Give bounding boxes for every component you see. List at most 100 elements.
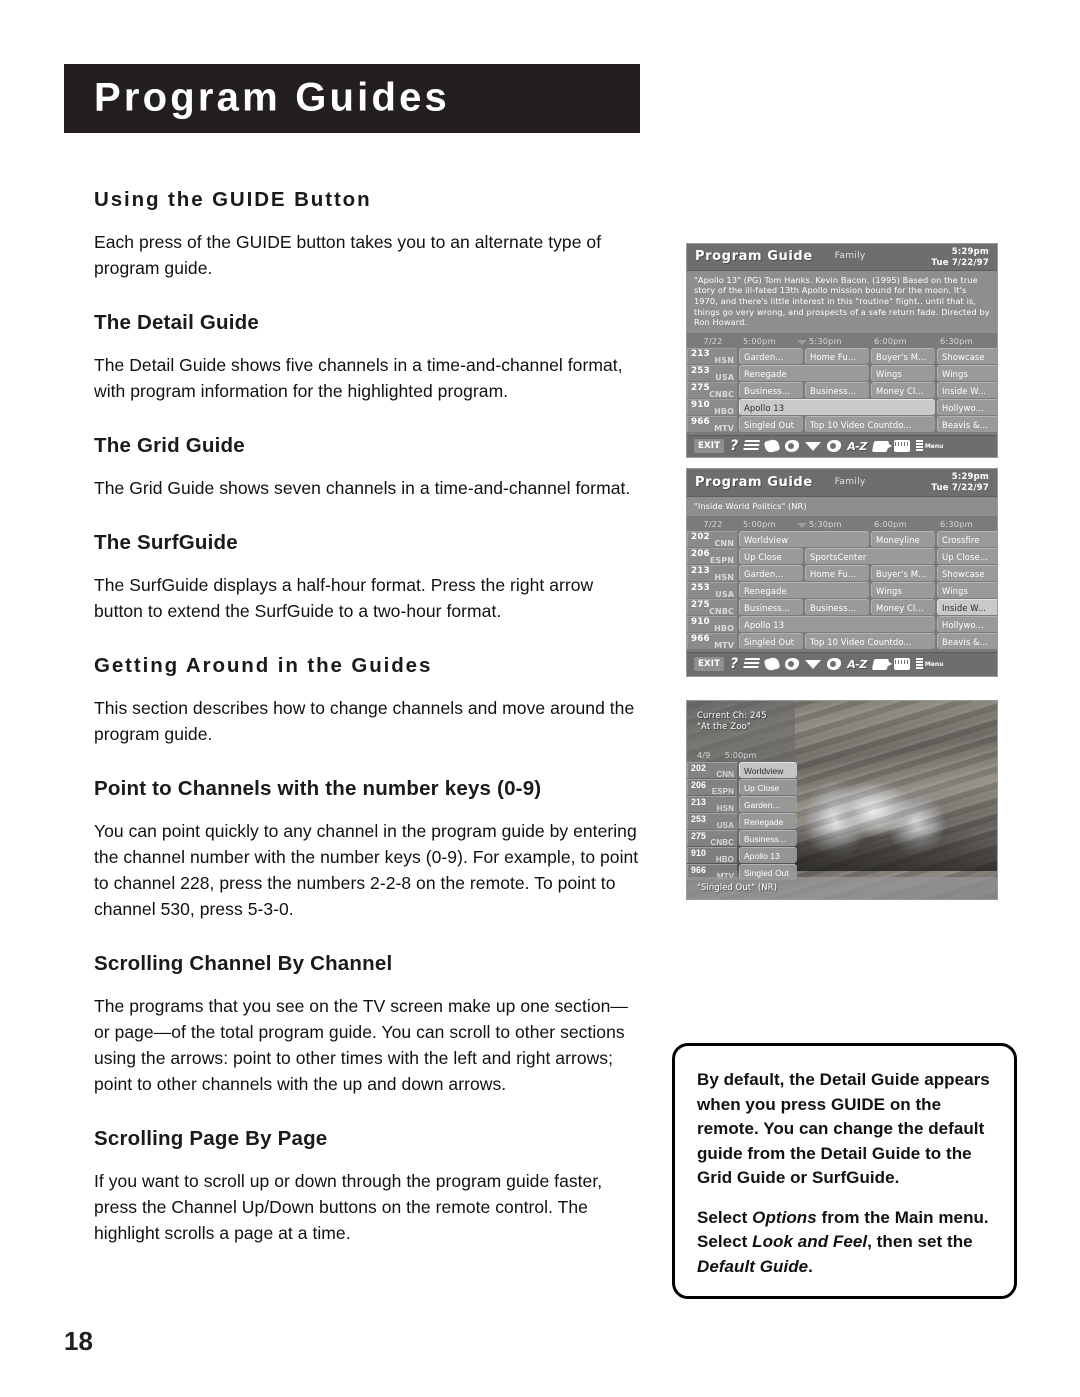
guide-row[interactable]: 275 CNBC Business... Business... Money Cl...… <box>687 598 997 616</box>
channel-cell[interactable]: 910 HBO <box>687 847 737 864</box>
guide-icon[interactable] <box>893 440 910 453</box>
program-cell[interactable]: Renegade <box>739 364 869 381</box>
program-cell[interactable]: Apollo 13 <box>739 847 797 863</box>
camera-icon[interactable] <box>871 658 889 670</box>
list-icon[interactable] <box>743 440 761 453</box>
guide-row[interactable]: 202 CNN Worldview Moneyline Crossfire <box>687 530 997 548</box>
surfguide-row[interactable]: 910 HBO Apollo 13 <box>687 847 797 864</box>
program-cell[interactable]: Wings <box>937 581 997 598</box>
guide-row[interactable]: 966 MTV Singled Out Top 10 Video Countdo...… <box>687 415 997 433</box>
program-cell[interactable]: Up Close <box>739 547 803 564</box>
program-cell[interactable]: Garden... <box>739 347 803 364</box>
camera-icon[interactable] <box>871 440 889 452</box>
guide-icon[interactable] <box>893 658 910 671</box>
program-cell[interactable]: Renegade <box>739 813 797 829</box>
channel-cell[interactable]: 213 HSN <box>687 564 737 582</box>
channel-cell[interactable]: 253 USA <box>687 581 737 599</box>
menu-icon[interactable]: Menu <box>915 658 943 671</box>
help-icon[interactable]: ? <box>730 657 738 671</box>
program-cell[interactable]: Hollywo... <box>937 398 997 415</box>
channel-cell[interactable]: 202 CNN <box>687 762 737 779</box>
program-cell[interactable]: Worldview <box>739 762 797 778</box>
program-cell[interactable]: Money Cl... <box>871 598 935 615</box>
palette-icon[interactable] <box>785 440 800 453</box>
program-cell[interactable]: Apollo 13 <box>739 615 935 632</box>
palette-icon[interactable] <box>785 658 800 671</box>
program-cell[interactable]: Business... <box>739 598 803 615</box>
program-cell[interactable]: Top 10 Video Countdo... <box>805 415 935 432</box>
program-cell[interactable]: Up Close <box>739 779 797 795</box>
clock-icon[interactable] <box>827 440 842 453</box>
program-cell[interactable]: Home Fu... <box>805 564 869 581</box>
channel-cell[interactable]: 275 CNBC <box>687 381 737 399</box>
program-cell[interactable]: Apollo 13 <box>739 398 935 415</box>
exit-button[interactable]: EXIT <box>694 439 725 454</box>
program-cell[interactable]: Worldview <box>739 530 869 547</box>
program-cell[interactable]: Moneyline <box>871 530 935 547</box>
program-cell[interactable]: Showcase <box>937 347 997 364</box>
program-cell[interactable]: Home Fu... <box>805 347 869 364</box>
down-arrow-icon[interactable] <box>805 441 822 451</box>
program-cell[interactable]: Singled Out <box>739 415 803 432</box>
program-cell[interactable]: Up Close... <box>937 547 997 564</box>
program-cell[interactable]: Buyer's M... <box>871 347 935 364</box>
grid-guide-grid[interactable]: 202 CNN Worldview Moneyline Crossfire 206 ESPN… <box>687 530 997 652</box>
guide-row[interactable]: 966 MTV Singled Out Top 10 Video Countdo...… <box>687 632 997 650</box>
guide-row[interactable]: 206 ESPN Up Close SportsCenter Up Close... <box>687 547 997 565</box>
program-cell[interactable]: Money Cl... <box>871 381 935 398</box>
menu-icon[interactable]: Menu <box>915 440 943 453</box>
channel-cell[interactable]: 275 CNBC <box>687 830 737 847</box>
program-cell[interactable]: Business... <box>805 381 869 398</box>
program-cell[interactable]: Inside W... <box>937 598 997 615</box>
guide-row[interactable]: 910 HBO Apollo 13 Hollywo... <box>687 398 997 416</box>
guide-row[interactable]: 213 HSN Garden... Home Fu... Buyer's M... Sho… <box>687 564 997 582</box>
detail-guide-toolbar[interactable]: EXIT ? A-Z Menu <box>687 434 997 457</box>
program-cell[interactable]: Wings <box>937 364 997 381</box>
channel-cell[interactable]: 253 USA <box>687 364 737 382</box>
channel-cell[interactable]: 206 ESPN <box>687 779 737 796</box>
surfguide-row[interactable]: 213 HSN Garden... <box>687 796 797 813</box>
down-arrow-icon[interactable] <box>805 659 822 669</box>
channel-cell[interactable]: 202 CNN <box>687 530 737 548</box>
guide-row[interactable]: 213 HSN Garden... Home Fu... Buyer's M... Sho… <box>687 347 997 365</box>
hand-icon[interactable] <box>763 656 781 673</box>
surfguide-row[interactable]: 275 CNBC Business... <box>687 830 797 847</box>
program-cell[interactable]: Wings <box>871 364 935 381</box>
program-cell[interactable]: Business... <box>739 381 803 398</box>
program-cell[interactable]: Beavis &... <box>937 632 997 649</box>
program-cell[interactable]: Hollywo... <box>937 615 997 632</box>
a-z-sort-icon[interactable]: A-Z <box>847 659 867 670</box>
channel-cell[interactable]: 910 HBO <box>687 615 737 633</box>
program-cell[interactable]: Business... <box>805 598 869 615</box>
surfguide-row[interactable]: 253 USA Renegade <box>687 813 797 830</box>
clock-icon[interactable] <box>827 658 842 671</box>
list-icon[interactable] <box>743 658 761 671</box>
program-cell[interactable]: Showcase <box>937 564 997 581</box>
channel-cell[interactable]: 213 HSN <box>687 796 737 813</box>
guide-row[interactable]: 253 USA Renegade Wings Wings <box>687 364 997 382</box>
program-cell[interactable]: Buyer's M... <box>871 564 935 581</box>
program-cell[interactable]: Top 10 Video Countdo... <box>805 632 935 649</box>
guide-row[interactable]: 275 CNBC Business... Business... Money Cl...… <box>687 381 997 399</box>
a-z-sort-icon[interactable]: A-Z <box>847 441 867 452</box>
channel-cell[interactable]: 966 MTV <box>687 415 737 433</box>
channel-cell[interactable]: 275 CNBC <box>687 598 737 616</box>
program-cell[interactable]: Garden... <box>739 564 803 581</box>
grid-guide-toolbar[interactable]: EXIT ? A-Z Menu <box>687 651 997 676</box>
program-cell[interactable]: Beavis &... <box>937 415 997 432</box>
program-cell[interactable]: SportsCenter <box>805 547 935 564</box>
exit-button[interactable]: EXIT <box>694 657 725 672</box>
program-cell[interactable]: Singled Out <box>739 632 803 649</box>
channel-cell[interactable]: 206 ESPN <box>687 547 737 565</box>
surfguide-channel-list[interactable]: 202 CNN Worldview 206 ESPN Up Close 213 HSN Gard… <box>687 762 797 881</box>
program-cell[interactable]: Renegade <box>739 581 869 598</box>
channel-cell[interactable]: 910 HBO <box>687 398 737 416</box>
hand-icon[interactable] <box>763 438 781 454</box>
program-cell[interactable]: Garden... <box>739 796 797 812</box>
channel-cell[interactable]: 213 HSN <box>687 347 737 365</box>
program-cell[interactable]: Singled Out <box>739 864 797 880</box>
surfguide-row[interactable]: 202 CNN Worldview <box>687 762 797 779</box>
channel-cell[interactable]: 966 MTV <box>687 632 737 650</box>
program-cell[interactable]: Business... <box>739 830 797 846</box>
program-cell[interactable]: Wings <box>871 581 935 598</box>
